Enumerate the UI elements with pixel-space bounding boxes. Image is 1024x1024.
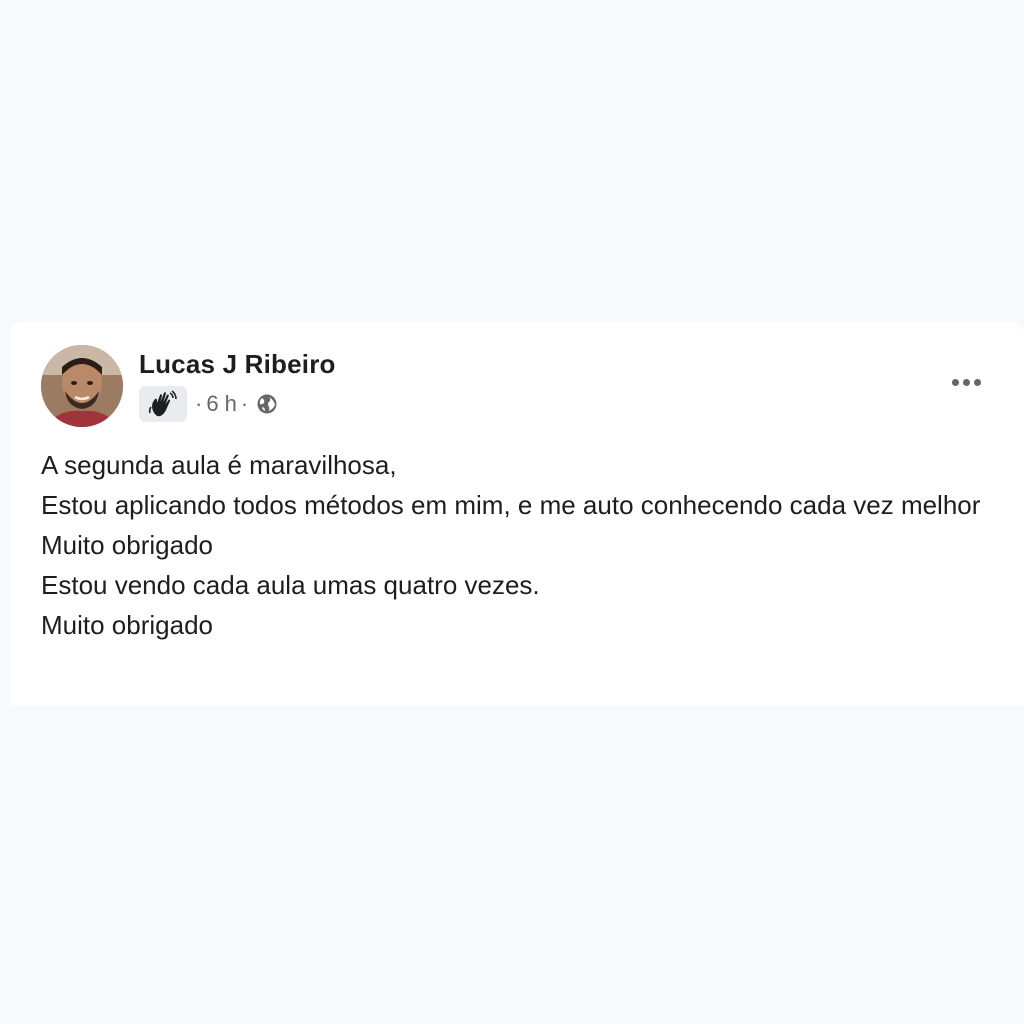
- post-text-line: A segunda aula é maravilhosa,: [41, 450, 397, 480]
- post-text-line: Estou vendo cada aula umas quatro vezes.: [41, 570, 540, 600]
- more-dot: [951, 378, 959, 386]
- more-dot: [973, 378, 981, 386]
- post-text-line: Muito obrigado: [41, 530, 213, 560]
- post-text-line: Estou aplicando todos métodos em mim, e …: [41, 490, 981, 520]
- meta-separator-2: ·: [240, 391, 249, 416]
- globe-icon[interactable]: [256, 393, 278, 415]
- more-dot: [962, 378, 970, 386]
- author-avatar[interactable]: [41, 345, 123, 427]
- avatar-image: [41, 345, 123, 427]
- more-options-button[interactable]: [944, 364, 988, 400]
- post-card: Lucas J Ribeiro · 6 h · A segunda aula é…: [10, 322, 1024, 706]
- post-time[interactable]: 6 h: [206, 391, 237, 417]
- post-text: A segunda aula é maravilhosa, Estou apli…: [41, 445, 1001, 645]
- author-name[interactable]: Lucas J Ribeiro: [139, 349, 336, 380]
- hand-wave-icon[interactable]: [139, 386, 187, 422]
- post-meta: · 6 h ·: [139, 386, 278, 422]
- post-text-line: Muito obrigado: [41, 610, 213, 640]
- meta-separator: ·: [195, 391, 203, 416]
- page: Lucas J Ribeiro · 6 h · A segunda aula é…: [0, 0, 1024, 1024]
